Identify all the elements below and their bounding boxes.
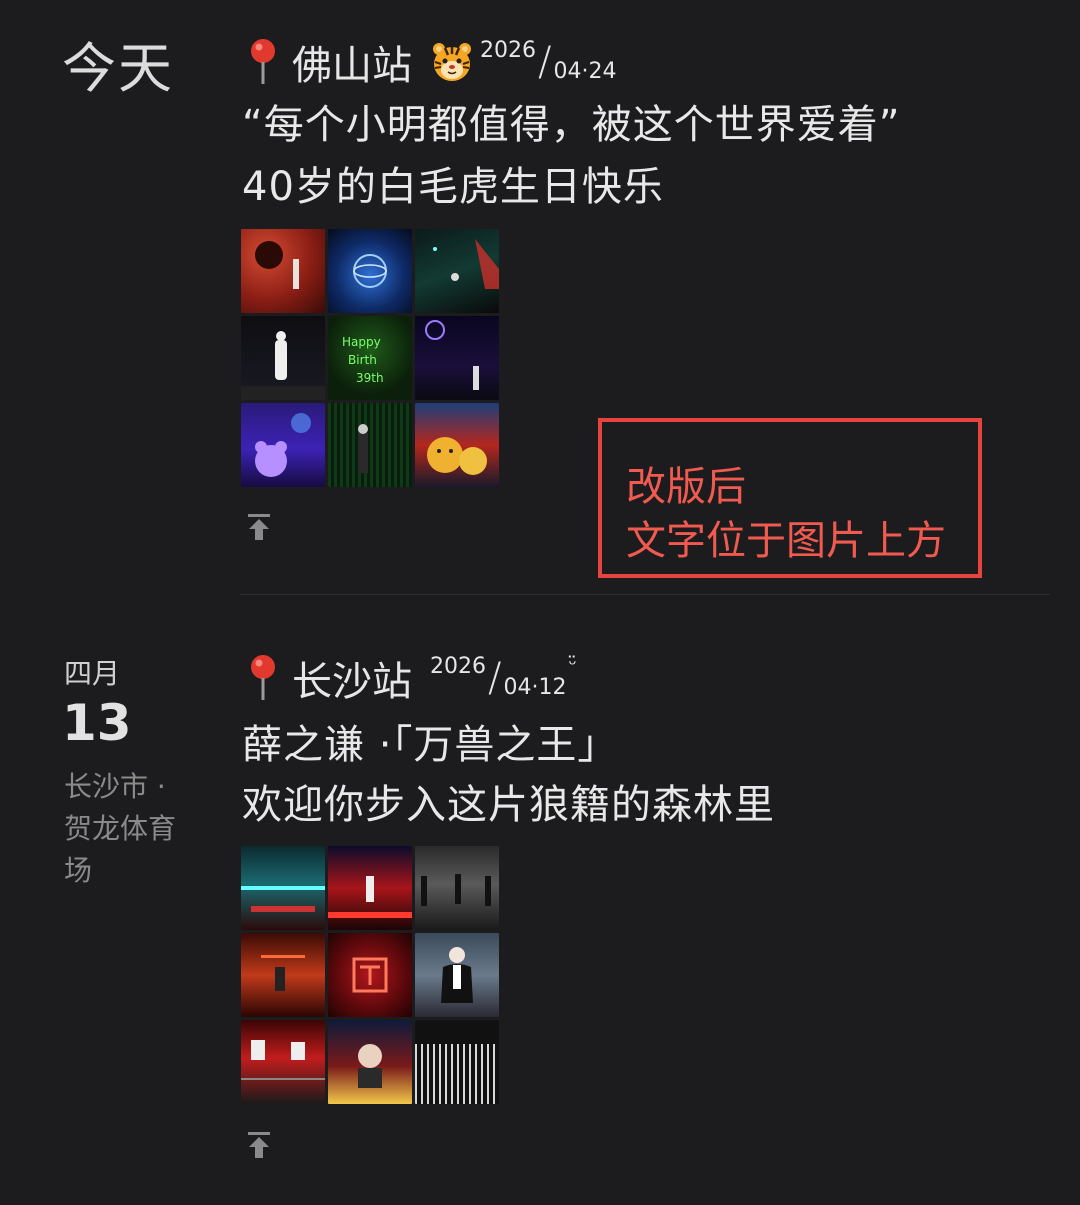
post-text-line-1: 薛之谦 ·「万兽之王」 (242, 722, 619, 768)
smile-icon: ᵕ̈ (568, 652, 577, 676)
date-today-label: 今天 (62, 37, 174, 100)
date-slash: / (488, 655, 502, 701)
purple-laser-stage-photo-icon[interactable] (415, 316, 499, 400)
svg-text:Birth: Birth (348, 353, 377, 367)
location-pin-icon (248, 38, 278, 86)
red-stage-photo-icon[interactable] (328, 846, 412, 930)
date-month-label: 四月 (64, 657, 121, 690)
location-pin-icon (248, 654, 278, 702)
annotation-box: 改版后 文字位于图片上方 (598, 418, 982, 578)
white-light-crowd-photo-icon[interactable] (415, 1020, 499, 1104)
annotation-line-2: 文字位于图片上方 (626, 518, 946, 564)
singer-black-suit-photo-icon[interactable] (415, 933, 499, 1017)
green-laser-text-photo-icon[interactable]: Happy Birth 39th (328, 316, 412, 400)
tiger-mascot-photo-icon[interactable] (415, 403, 499, 487)
post-year: 2026 (430, 654, 486, 679)
pin-to-top-icon[interactable] (247, 513, 271, 541)
post-month-day: 04·12 (503, 675, 567, 700)
date-day-label: 13 (62, 694, 132, 752)
cyan-stage-photo-icon[interactable] (241, 846, 325, 930)
performer-closeup-photo-icon[interactable] (328, 1020, 412, 1104)
tiger-face-icon (430, 40, 474, 84)
post-changsha[interactable]: 四月 13 长沙市 · 贺龙体育场 长沙站 2026 / 04·12 ᵕ̈ 薛之… (0, 630, 1080, 1205)
pin-to-top-icon[interactable] (247, 1131, 271, 1159)
svg-text:Happy: Happy (342, 335, 381, 349)
post-title-row: 长沙站 2026 / 04·12 ᵕ̈ (248, 652, 577, 705)
red-band-photo-icon[interactable] (241, 933, 325, 1017)
location-name: 佛山站 (292, 43, 412, 89)
singer-white-outfit-photo-icon[interactable] (241, 316, 325, 400)
red-logo-screen-photo-icon[interactable] (328, 933, 412, 1017)
stage-lights-photo-icon[interactable] (415, 229, 499, 313)
globe-projection-photo-icon[interactable] (328, 229, 412, 313)
location-name: 长沙站 (292, 659, 412, 705)
post-foshan[interactable]: 今天 佛山站 2026 / 04·24 “每个小明都值得，被这个世界爱着” 40… (0, 0, 1080, 595)
post-text-line-1: “每个小明都值得，被这个世界爱着” (242, 102, 901, 148)
post-title-row: 佛山站 2026 / 04·24 (248, 36, 617, 89)
stage-photo-icon[interactable] (241, 229, 325, 313)
photo-grid[interactable]: Happy Birth 39th (241, 229, 501, 489)
date-slash: / (538, 39, 552, 85)
annotation-line-1: 改版后 (626, 464, 746, 510)
purple-bear-balloon-photo-icon[interactable] (241, 403, 325, 487)
post-divider (240, 594, 1050, 595)
photo-grid[interactable] (241, 846, 501, 1106)
post-place-label: 长沙市 · 贺龙体育场 (64, 770, 177, 887)
red-crowd-photo-icon[interactable] (241, 1020, 325, 1104)
dark-stage-photo-icon[interactable] (415, 846, 499, 930)
post-year: 2026 (480, 38, 536, 63)
post-text-line-2: 40岁的白毛虎生日快乐 (242, 164, 664, 210)
svg-text:39th: 39th (356, 371, 384, 385)
post-text-line-2: 欢迎你步入这片狼籍的森林里 (242, 782, 775, 828)
post-month-day: 04·24 (553, 59, 617, 84)
green-screen-stage-photo-icon[interactable] (328, 403, 412, 487)
